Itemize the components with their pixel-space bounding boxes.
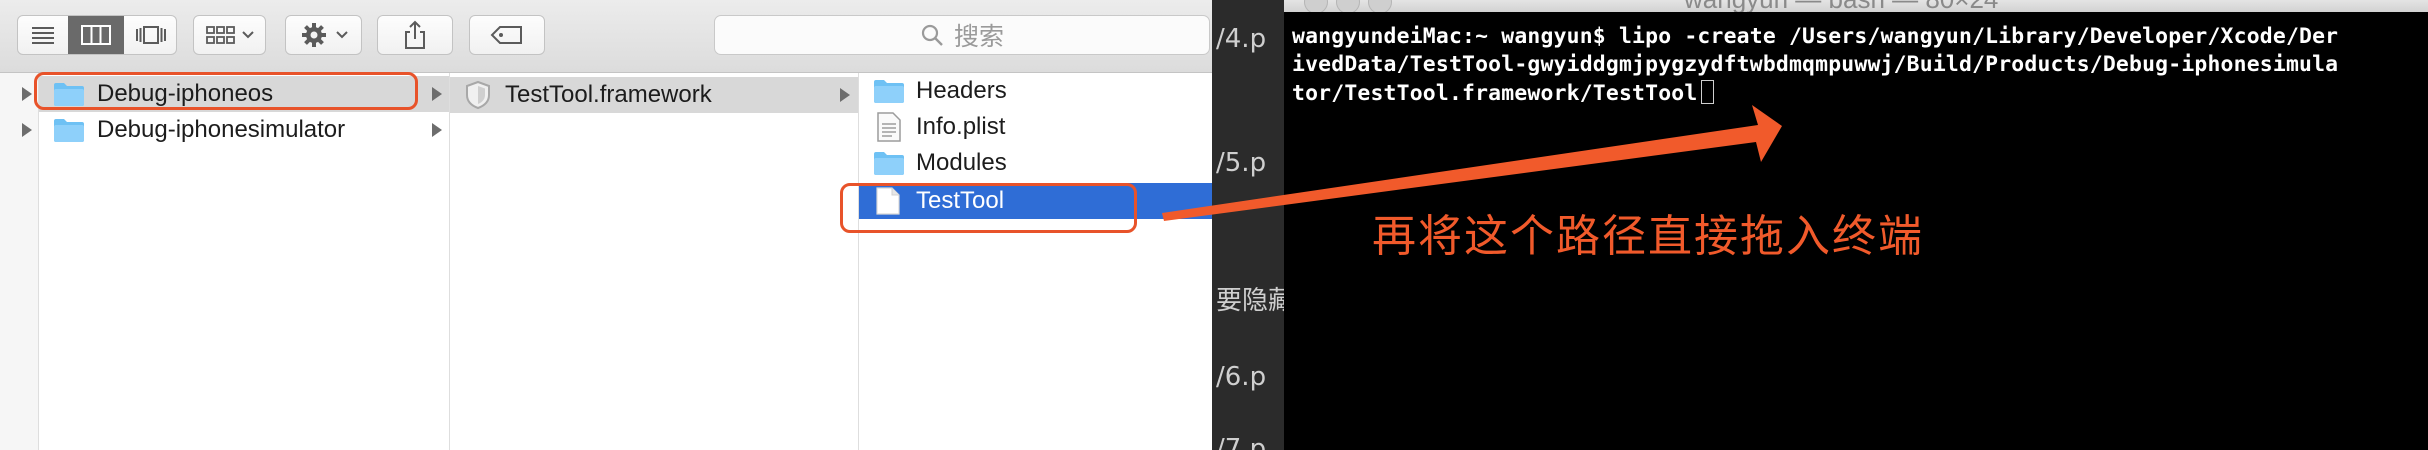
arrange-button[interactable] bbox=[193, 15, 266, 55]
list-view-icon bbox=[32, 27, 54, 44]
text-cursor bbox=[1701, 80, 1715, 104]
finder-column-3: Headers Info.plist Modules TestTool bbox=[859, 73, 1212, 450]
editor-line: /4.p bbox=[1216, 24, 1267, 54]
tags-button[interactable] bbox=[469, 15, 545, 55]
finder-column-1: Debug-iphoneos Debug-iphonesimulator bbox=[39, 73, 449, 450]
finder-toolbar: 搜索 bbox=[0, 0, 1212, 73]
disclosure-arrow-icon bbox=[22, 123, 32, 137]
list-item-label: TestTool.framework bbox=[505, 81, 712, 108]
list-item-debug-iphonesimulator[interactable]: Debug-iphonesimulator bbox=[39, 112, 449, 148]
list-item-label: Modules bbox=[916, 149, 1007, 176]
search-field[interactable]: 搜索 bbox=[714, 15, 1210, 55]
list-item-testtool-framework[interactable]: TestTool.framework bbox=[450, 77, 858, 113]
cover-flow-button[interactable] bbox=[124, 16, 176, 54]
folder-icon bbox=[54, 119, 84, 142]
terminal-titlebar[interactable]: wangyun — bash — 80×24 bbox=[1284, 0, 2428, 12]
search-placeholder: 搜索 bbox=[953, 23, 1004, 51]
view-mode-control bbox=[17, 15, 177, 55]
cover-flow-icon bbox=[136, 26, 166, 44]
list-item-modules[interactable]: Modules bbox=[859, 145, 1212, 181]
editor-line: 要隐藏 bbox=[1216, 286, 1284, 316]
list-item-info-plist[interactable]: Info.plist bbox=[859, 109, 1212, 145]
sidebar-stub bbox=[0, 73, 38, 450]
terminal-title: wangyun — bash — 80×24 bbox=[1684, 0, 1998, 12]
zoom-window-icon[interactable] bbox=[1368, 0, 1392, 12]
list-item-label: Headers bbox=[916, 77, 1007, 104]
orange-highlight-box bbox=[840, 183, 1137, 233]
action-button[interactable] bbox=[285, 15, 362, 55]
terminal-line-with-cursor: tor/TestTool.framework/TestTool bbox=[1292, 80, 1715, 106]
terminal-input-area[interactable] bbox=[1284, 110, 2428, 450]
editor-line: /7.p bbox=[1216, 434, 1267, 450]
list-item-label: Debug-iphonesimulator bbox=[97, 116, 346, 143]
terminal-line-text: tor/TestTool.framework/TestTool bbox=[1292, 81, 1698, 106]
list-item-label: Info.plist bbox=[916, 113, 1006, 140]
editor-line: /6.p bbox=[1216, 362, 1267, 392]
terminal-line: wangyundeiMac:~ wangyun$ lipo -create /U… bbox=[1292, 24, 2339, 49]
finder-window: 搜索 Debug-iphoneos Debug-iphonesimulator … bbox=[0, 0, 1212, 450]
share-icon bbox=[405, 20, 425, 49]
column-view-icon bbox=[81, 25, 111, 45]
disclosure-arrow-icon bbox=[432, 123, 442, 137]
folder-icon bbox=[874, 152, 904, 175]
disclosure-arrow-icon bbox=[22, 87, 32, 101]
disclosure-arrow-icon bbox=[432, 87, 442, 101]
folder-icon bbox=[874, 80, 904, 103]
editor-line: /5.p bbox=[1216, 148, 1267, 178]
list-view-button[interactable] bbox=[18, 16, 68, 54]
chevron-down-icon bbox=[335, 31, 348, 39]
column-view-button[interactable] bbox=[68, 16, 124, 54]
grid-arrange-icon bbox=[205, 26, 235, 44]
background-editor-strip: /4.p /5.p 要隐藏 /6.p /7.p bbox=[1212, 0, 1284, 450]
list-item-headers[interactable]: Headers bbox=[859, 73, 1212, 109]
annotation-text: 再将这个路径直接拖入终端 bbox=[1372, 211, 1924, 262]
plist-file-icon bbox=[877, 112, 901, 142]
share-button[interactable] bbox=[377, 15, 453, 55]
gear-icon bbox=[301, 23, 326, 47]
search-icon bbox=[921, 24, 943, 46]
close-window-icon[interactable] bbox=[1304, 0, 1328, 12]
finder-column-2: TestTool.framework bbox=[450, 73, 858, 450]
terminal-line: ivedData/TestTool-gwyiddgmjpygzydftwbdmq… bbox=[1292, 52, 2339, 77]
disclosure-arrow-icon bbox=[840, 88, 850, 102]
chevron-down-icon bbox=[241, 31, 254, 39]
orange-highlight-box bbox=[34, 72, 418, 110]
minimize-window-icon[interactable] bbox=[1336, 0, 1360, 12]
tag-icon bbox=[490, 26, 522, 44]
framework-icon bbox=[466, 80, 490, 110]
